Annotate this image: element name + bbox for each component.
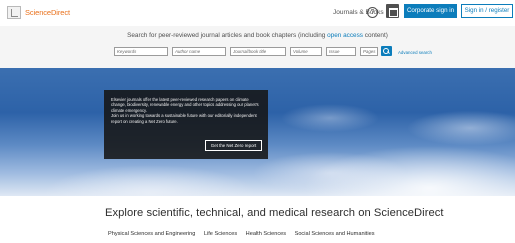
- promo-paragraph-2: Join us in working towards a sustainable…: [111, 113, 257, 124]
- promo-paragraph-1: Elsevier journals offer the latest peer-…: [111, 97, 259, 113]
- search-heading-suffix: content): [363, 32, 388, 39]
- top-header: ScienceDirect Journals & Books ? Corpora…: [0, 0, 515, 26]
- sciencedirect-logo[interactable]: ScienceDirect: [7, 6, 70, 19]
- net-zero-promo-box: Elsevier journals offer the latest peer-…: [104, 90, 268, 159]
- issue-input[interactable]: Issue: [326, 47, 356, 56]
- open-access-link[interactable]: open access: [327, 32, 363, 39]
- net-zero-report-button[interactable]: Get the Net Zero report: [205, 140, 262, 151]
- corporate-signin-button[interactable]: Corporate sign in: [404, 4, 457, 18]
- search-heading-prefix: Search for peer-reviewed journal article…: [127, 32, 328, 39]
- elsevier-logo-icon: [7, 6, 21, 19]
- subject-social-sciences[interactable]: Social Sciences and Humanities: [295, 231, 375, 237]
- journal-title-input[interactable]: Journal/book title: [230, 47, 286, 56]
- author-name-input[interactable]: Author name: [172, 47, 226, 56]
- subject-life-sciences[interactable]: Life Sciences: [204, 231, 237, 237]
- logo-text: ScienceDirect: [25, 8, 70, 17]
- pages-input[interactable]: Pages: [360, 47, 378, 56]
- explore-heading: Explore scientific, technical, and medic…: [105, 207, 444, 219]
- help-icon[interactable]: ?: [367, 7, 378, 18]
- subject-areas-list: Physical Sciences and Engineering Life S…: [108, 231, 383, 237]
- search-icon[interactable]: [381, 46, 392, 56]
- subject-physical-sciences[interactable]: Physical Sciences and Engineering: [108, 231, 195, 237]
- signin-register-button[interactable]: Sign in / register: [461, 4, 513, 18]
- keywords-input[interactable]: Keywords: [114, 47, 168, 56]
- search-panel: Search for peer-reviewed journal article…: [0, 26, 515, 68]
- institution-icon[interactable]: [386, 4, 399, 18]
- subject-health-sciences[interactable]: Health Sciences: [246, 231, 286, 237]
- promo-text: Elsevier journals offer the latest peer-…: [111, 97, 261, 124]
- volume-input[interactable]: Volume: [290, 47, 322, 56]
- advanced-search-link[interactable]: Advanced search: [398, 50, 432, 55]
- search-heading: Search for peer-reviewed journal article…: [0, 32, 515, 39]
